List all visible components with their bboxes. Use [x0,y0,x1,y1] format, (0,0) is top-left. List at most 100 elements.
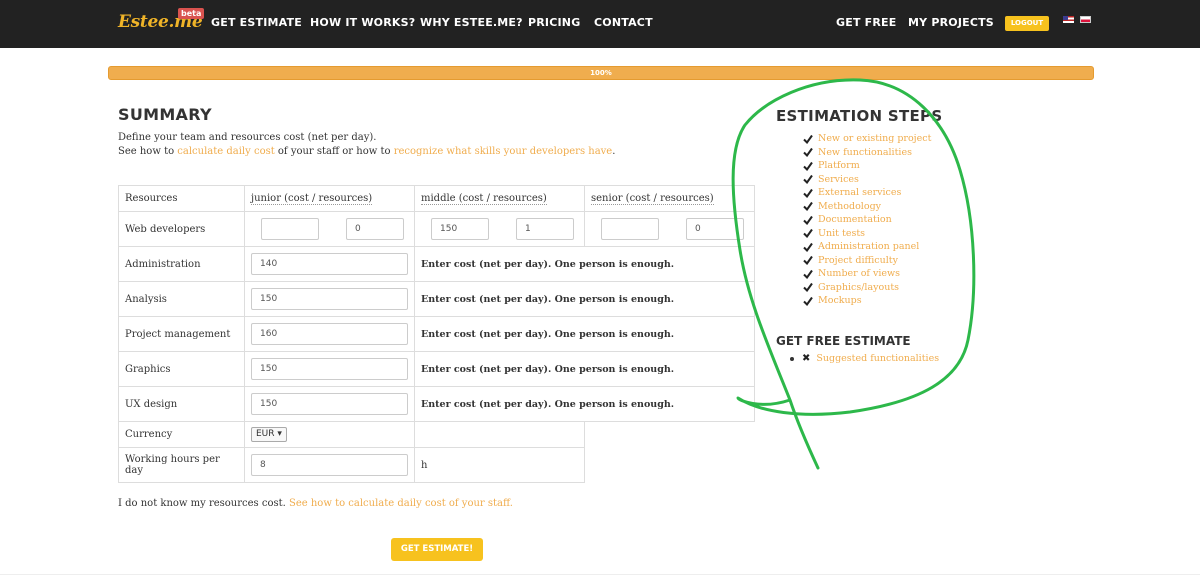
row-label-project-management: Project management [118,316,245,352]
check-icon [803,283,813,293]
working-hours-input[interactable] [251,454,408,476]
logout-button[interactable]: LOGOUT [1005,16,1049,31]
check-icon [803,229,813,239]
table-row: UX design Enter cost (net per day). One … [118,386,755,422]
graphics-cost-input[interactable] [251,358,408,380]
beta-badge: beta [178,8,205,19]
estimation-step-link[interactable]: Methodology [818,201,881,212]
nav-why-estee[interactable]: WHY ESTEE.ME? [420,16,523,29]
get-estimate-button[interactable]: GET ESTIMATE! [391,538,483,561]
nav-get-estimate[interactable]: GET ESTIMATE [211,16,302,29]
nav-get-free[interactable]: GET FREE [836,16,897,29]
estimation-step-link[interactable]: New functionalities [818,147,912,158]
estimation-steps-list: New or existing project New functionaliti… [803,132,931,308]
progress-label: 100% [590,69,612,77]
junior-count-input[interactable] [346,218,404,240]
middle-cost-input[interactable] [431,218,489,240]
table-row: Analysis Enter cost (net per day). One p… [118,281,755,317]
hours-cell [244,447,415,483]
check-icon [803,215,813,225]
intro-line-2: See how to calculate daily cost of your … [118,145,615,159]
table-row: Web developers [118,211,755,247]
middle-count-input[interactable] [516,218,574,240]
cost-cell [244,351,415,387]
row-note: Enter cost (net per day). One person is … [414,386,755,422]
intro-text: of your staff or how to [274,146,394,157]
estimation-step-item: Project difficulty [803,254,931,268]
estimation-step-item: Services [803,173,931,187]
administration-cost-input[interactable] [251,253,408,275]
table-row: Administration Enter cost (net per day).… [118,246,755,282]
estimation-step-link[interactable]: Mockups [818,295,862,306]
estimation-step-link[interactable]: New or existing project [818,133,931,144]
header-senior: senior (cost / resources) [584,185,755,212]
estimation-step-link[interactable]: Platform [818,160,860,171]
nav-pricing[interactable]: PRICING [528,16,580,29]
header-junior-label: junior (cost / resources) [251,193,373,205]
footer-text: I do not know my resources cost. See how… [118,498,513,509]
senior-cost-input[interactable] [601,218,659,240]
estimation-step-item: Unit tests [803,227,931,241]
table-row: Project management Enter cost (net per d… [118,316,755,352]
junior-cell [244,211,415,247]
hours-unit: h [414,447,585,483]
cross-icon: ✖ [802,353,811,364]
estimation-step-item: Methodology [803,200,931,214]
row-note: Enter cost (net per day). One person is … [414,246,755,282]
row-label-graphics: Graphics [118,351,245,387]
blank [585,422,755,448]
estimation-step-link[interactable]: Administration panel [818,241,919,252]
estimation-step-item: Graphics/layouts [803,281,931,295]
cost-cell [244,386,415,422]
table-row: Graphics Enter cost (net per day). One p… [118,351,755,387]
estimation-step-link[interactable]: Unit tests [818,228,865,239]
table-row: Working hours per day h [118,447,755,483]
project-management-cost-input[interactable] [251,323,408,345]
check-icon [803,296,813,306]
row-label-working-hours: Working hours per day [118,447,245,483]
chevron-down-icon: ▾ [277,429,282,439]
currency-select[interactable]: EUR ▾ [251,427,287,442]
row-label-ux-design: UX design [118,386,245,422]
estimation-step-link[interactable]: Project difficulty [818,255,898,266]
middle-cell [414,211,585,247]
header-senior-label: senior (cost / resources) [591,193,714,205]
row-label-analysis: Analysis [118,281,245,317]
nav-contact[interactable]: CONTACT [594,16,653,29]
estimation-step-link[interactable]: Services [818,174,859,185]
recognize-skills-link[interactable]: recognize what skills your developers ha… [394,146,613,157]
suggested-functionalities-link[interactable]: Suggested functionalities [816,353,939,364]
estimation-step-link[interactable]: External services [818,187,901,198]
check-icon [803,202,813,212]
estimation-step-link[interactable]: Documentation [818,214,892,225]
top-navbar: Estee.me beta GET ESTIMATE HOW IT WORKS?… [0,0,1200,48]
estimation-steps-title: ESTIMATION STEPS [776,107,943,125]
senior-count-input[interactable] [686,218,744,240]
estimation-step-link[interactable]: Graphics/layouts [818,282,899,293]
nav-my-projects[interactable]: MY PROJECTS [908,16,994,29]
polish-flag-icon[interactable] [1080,16,1091,23]
check-icon [803,188,813,198]
header-junior: junior (cost / resources) [244,185,415,212]
english-flag-icon[interactable] [1063,16,1074,23]
junior-cost-input[interactable] [261,218,319,240]
free-estimate-item: ✖ Suggested functionalities [790,353,939,364]
bullet-icon [790,356,794,361]
free-estimate-list: ✖ Suggested functionalities [790,353,939,364]
header-resources: Resources [118,185,245,212]
table-header-row: Resources junior (cost / resources) midd… [118,185,755,212]
ux-design-cost-input[interactable] [251,393,408,415]
calculate-daily-cost-link[interactable]: calculate daily cost [177,146,274,157]
estimation-step-link[interactable]: Number of views [818,268,900,279]
free-estimate-title: GET FREE ESTIMATE [776,334,911,348]
check-icon [803,134,813,144]
page-divider [0,574,1200,575]
intro-line-1: Define your team and resources cost (net… [118,132,377,143]
row-label-administration: Administration [118,246,245,282]
calculate-cost-link[interactable]: See how to calculate daily cost of your … [289,498,513,509]
row-label-web-developers: Web developers [118,211,245,247]
nav-how-it-works[interactable]: HOW IT WORKS? [310,16,415,29]
header-middle: middle (cost / resources) [414,185,585,212]
analysis-cost-input[interactable] [251,288,408,310]
estimation-step-item: Platform [803,159,931,173]
